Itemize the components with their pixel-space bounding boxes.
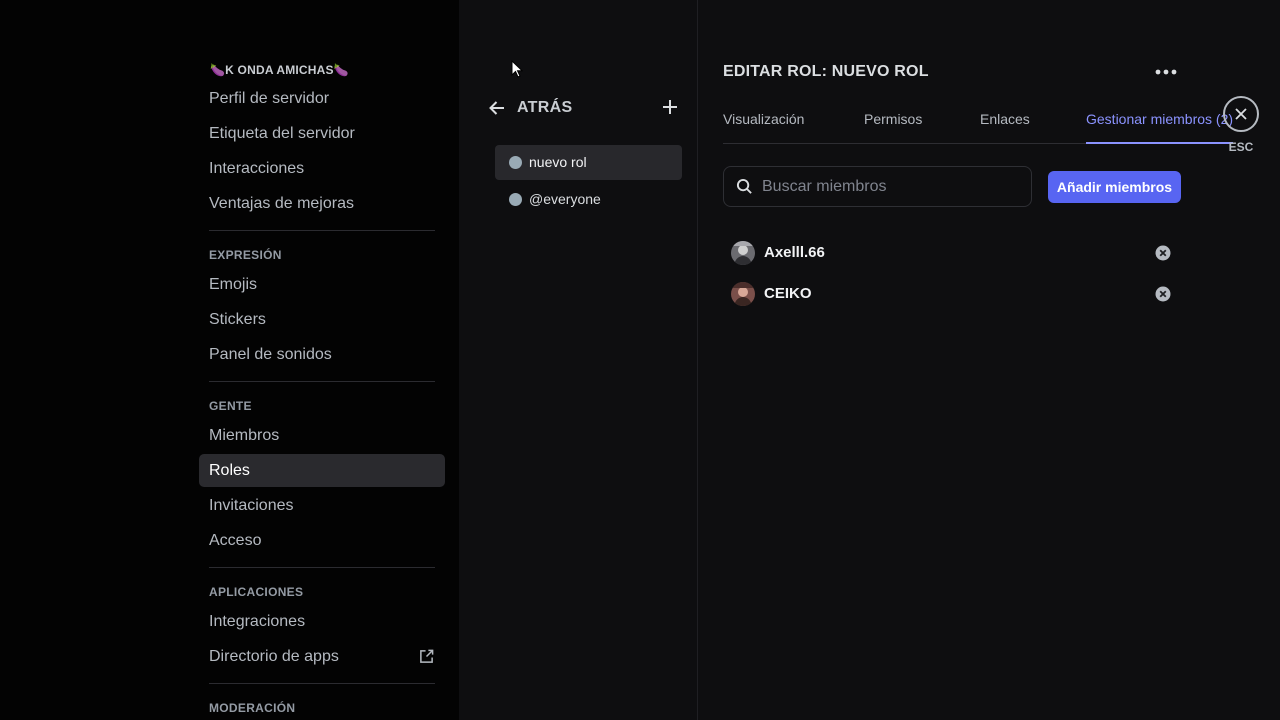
tab-permisos[interactable]: Permisos: [864, 111, 922, 144]
member-name: Axelll.66: [764, 244, 825, 261]
section-header-expresion: EXPRESIÓN: [209, 248, 282, 262]
more-options-icon[interactable]: [1154, 64, 1178, 80]
nav-item-acceso[interactable]: Acceso: [199, 524, 445, 557]
nav-item-integraciones[interactable]: Integraciones: [199, 605, 445, 638]
remove-member-icon[interactable]: [1155, 245, 1171, 261]
section-divider: [209, 381, 435, 382]
section-header-aplicaciones: APLICACIONES: [209, 585, 304, 599]
nav-item-emojis[interactable]: Emojis: [199, 268, 445, 301]
section-divider: [209, 230, 435, 231]
role-item-nuevo-rol[interactable]: nuevo rol: [495, 145, 682, 180]
back-row: ATRÁS: [487, 96, 679, 120]
avatar: [731, 282, 755, 306]
member-search: [723, 166, 1032, 207]
roles-list-panel: ATRÁS nuevo rol @everyone: [459, 0, 698, 720]
settings-sidebar: 🍆K ONDA AMICHAS🍆 Perfil de servidor Etiq…: [0, 0, 459, 720]
role-color-dot: [509, 156, 522, 169]
back-button[interactable]: ATRÁS: [517, 99, 572, 117]
nav-item-invitaciones[interactable]: Invitaciones: [199, 489, 445, 522]
section-divider: [209, 567, 435, 568]
tab-bar: Visualización Permisos Enlaces Gestionar…: [723, 108, 1236, 144]
nav-item-perfil-de-servidor[interactable]: Perfil de servidor: [199, 82, 445, 115]
nav-item-directorio-de-apps[interactable]: Directorio de apps: [199, 640, 445, 673]
role-name: nuevo rol: [529, 154, 587, 170]
add-members-button[interactable]: Añadir miembros: [1048, 171, 1181, 203]
close-button[interactable]: [1223, 96, 1259, 132]
arrow-left-icon[interactable]: [487, 98, 507, 118]
search-icon: [736, 178, 752, 194]
nav-item-miembros[interactable]: Miembros: [199, 419, 445, 452]
section-header-moderacion: MODERACIÓN: [209, 701, 296, 715]
plus-icon[interactable]: [661, 98, 679, 116]
nav-item-etiqueta-del-servidor[interactable]: Etiqueta del servidor: [199, 117, 445, 150]
external-link-icon: [420, 649, 434, 663]
tab-gestionar-miembros[interactable]: Gestionar miembros (2): [1086, 111, 1234, 144]
close-icon: [1235, 108, 1247, 120]
nav-item-ventajas-de-mejoras[interactable]: Ventajas de mejoras: [199, 187, 445, 220]
eggplant-icon: 🍆: [210, 63, 226, 77]
role-color-dot: [509, 193, 522, 206]
tab-enlaces[interactable]: Enlaces: [980, 111, 1030, 144]
nav-item-panel-de-sonidos[interactable]: Panel de sonidos: [199, 338, 445, 371]
remove-member-icon[interactable]: [1155, 286, 1171, 302]
section-header-gente: GENTE: [209, 399, 252, 413]
tab-visualizacion[interactable]: Visualización: [723, 111, 804, 144]
search-input[interactable]: [762, 167, 1022, 206]
esc-label: ESC: [1228, 140, 1254, 154]
eggplant-icon: 🍆: [333, 63, 349, 77]
server-name-label: K ONDA AMICHAS: [225, 63, 334, 77]
member-row: Axelll.66: [731, 240, 1173, 266]
page-title: EDITAR ROL: NUEVO ROL: [723, 63, 929, 80]
server-name-header: 🍆K ONDA AMICHAS🍆: [199, 58, 445, 82]
nav-item-roles[interactable]: Roles: [199, 454, 445, 487]
avatar: [731, 241, 755, 265]
section-divider: [209, 683, 435, 684]
nav-item-stickers[interactable]: Stickers: [199, 303, 445, 336]
member-name: CEIKO: [764, 285, 812, 302]
member-row: CEIKO: [731, 281, 1173, 307]
role-name: @everyone: [529, 191, 601, 207]
role-item-everyone[interactable]: @everyone: [495, 182, 682, 217]
nav-item-label: Directorio de apps: [209, 648, 339, 665]
sidebar-nav: 🍆K ONDA AMICHAS🍆 Perfil de servidor Etiq…: [199, 58, 445, 720]
role-editor: EDITAR ROL: NUEVO ROL Visualización Perm…: [699, 0, 1280, 720]
nav-item-interacciones[interactable]: Interacciones: [199, 152, 445, 185]
close-control: ESC: [1222, 95, 1260, 155]
mouse-cursor-icon: [511, 60, 523, 78]
